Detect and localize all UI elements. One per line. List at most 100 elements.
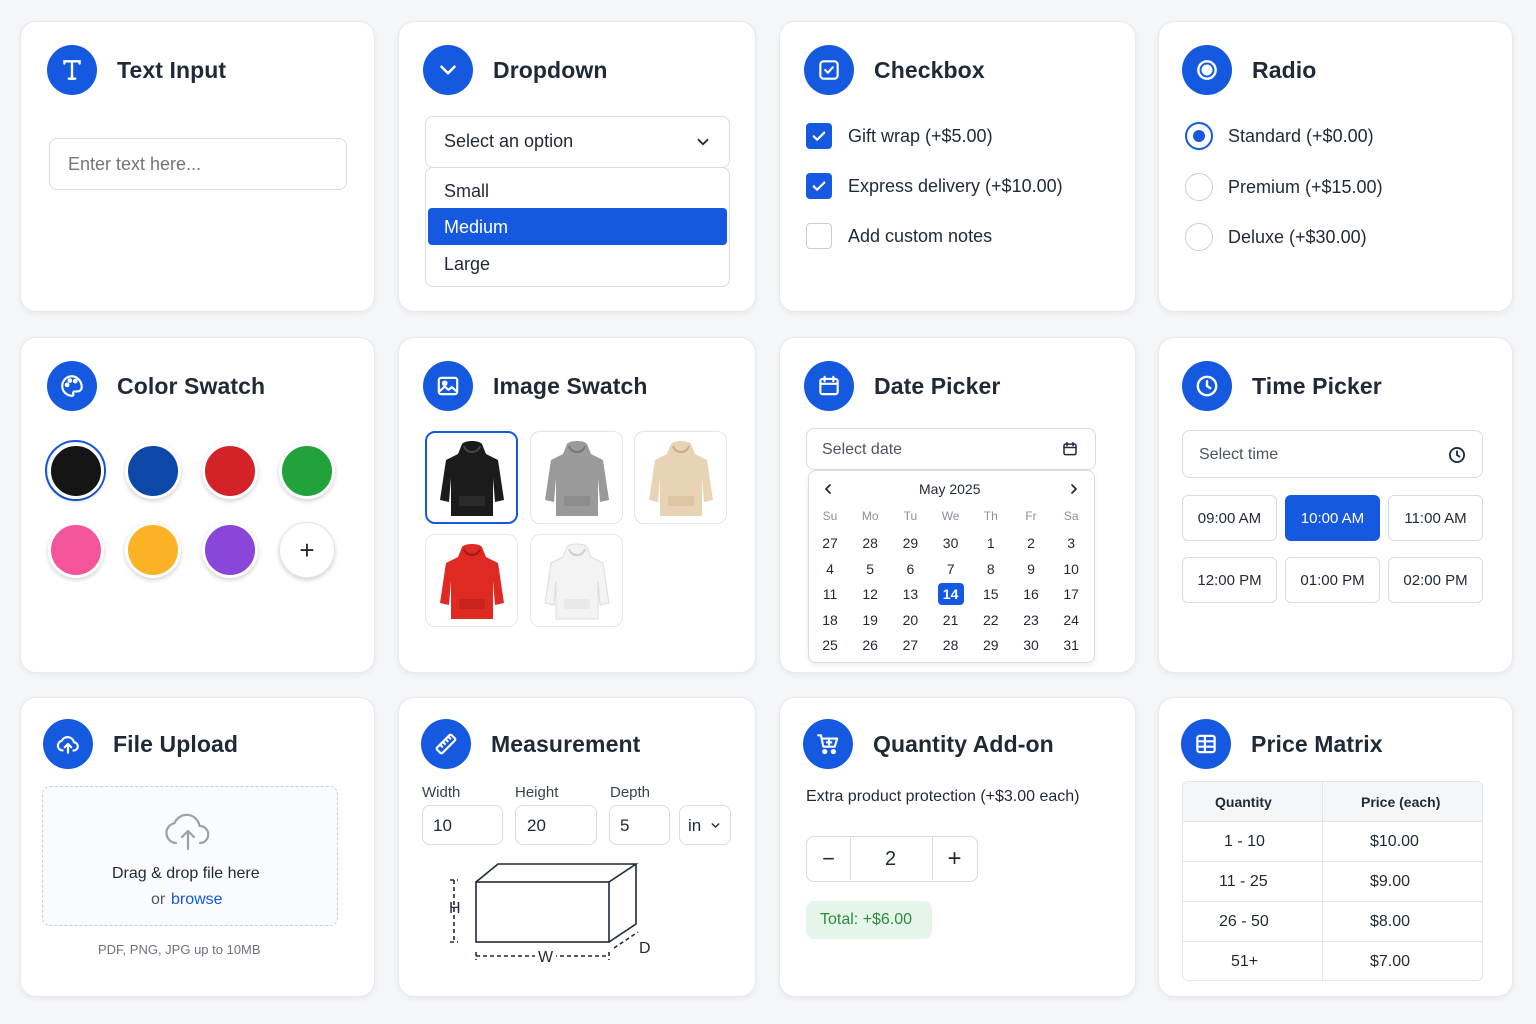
calendar-day[interactable]: 6 bbox=[890, 558, 930, 580]
checkbox-custom-notes[interactable] bbox=[806, 223, 832, 249]
decrement-button[interactable]: − bbox=[807, 837, 851, 880]
time-slot-0100[interactable]: 01:00 PM bbox=[1285, 557, 1380, 603]
quantity-addon-header: Quantity Add-on bbox=[803, 719, 1054, 769]
calendar-day[interactable]: 10 bbox=[1051, 558, 1091, 580]
checkbox-express-delivery[interactable] bbox=[806, 173, 832, 199]
calendar-day[interactable]: 27 bbox=[810, 532, 850, 554]
file-drop-zone[interactable]: Drag & drop file here or browse bbox=[42, 786, 338, 926]
date-input[interactable]: Select date bbox=[806, 428, 1096, 470]
calendar-day[interactable]: 29 bbox=[890, 532, 930, 554]
image-swatch-black-hoodie[interactable] bbox=[425, 431, 518, 524]
calendar-day[interactable]: 30 bbox=[931, 532, 971, 554]
radio-header: Radio bbox=[1182, 45, 1316, 95]
time-placeholder: Select time bbox=[1199, 446, 1279, 463]
calendar-day[interactable]: 20 bbox=[890, 609, 930, 631]
table-row: 51+ $7.00 bbox=[1183, 941, 1483, 981]
calendar-day[interactable]: 15 bbox=[971, 583, 1011, 605]
checkbox-label: Gift wrap (+$5.00) bbox=[848, 126, 993, 146]
radio-deluxe[interactable] bbox=[1185, 223, 1213, 251]
calendar-day[interactable]: 25 bbox=[810, 634, 850, 656]
height-label: Height bbox=[515, 784, 559, 801]
calendar-day[interactable]: 1 bbox=[971, 532, 1011, 554]
calendar-day[interactable]: 7 bbox=[931, 558, 971, 580]
color-swatch-blue[interactable] bbox=[125, 443, 181, 499]
calendar-day[interactable]: 24 bbox=[1051, 609, 1091, 631]
quantity-value[interactable]: 2 bbox=[885, 848, 896, 871]
calendar-day[interactable]: 31 bbox=[1051, 634, 1091, 656]
color-swatch-pink[interactable] bbox=[48, 522, 104, 578]
calendar-day[interactable]: 26 bbox=[850, 634, 890, 656]
calendar-day[interactable]: 12 bbox=[850, 583, 890, 605]
time-slot-0200[interactable]: 02:00 PM bbox=[1388, 557, 1483, 603]
time-slot-0900[interactable]: 09:00 AM bbox=[1182, 495, 1277, 541]
card-title: Dropdown bbox=[493, 56, 608, 83]
checkbox-gift-wrap[interactable] bbox=[806, 123, 832, 149]
dropdown-option-small[interactable]: Small bbox=[426, 174, 728, 208]
calendar-day[interactable]: 29 bbox=[971, 634, 1011, 656]
image-swatch-gray-hoodie[interactable] bbox=[530, 431, 623, 524]
depth-input[interactable]: 5 bbox=[609, 805, 670, 845]
weekday-label: Th bbox=[983, 509, 998, 523]
calendar-day[interactable]: 4 bbox=[810, 558, 850, 580]
hoodie-image bbox=[544, 440, 609, 516]
calendar-day[interactable]: 28 bbox=[931, 634, 971, 656]
chevron-right-icon[interactable] bbox=[1066, 481, 1082, 497]
image-swatch-beige-hoodie[interactable] bbox=[634, 431, 727, 524]
calendar-day[interactable]: 8 bbox=[971, 558, 1011, 580]
calendar-day[interactable]: 2 bbox=[1011, 532, 1051, 554]
chevron-left-icon[interactable] bbox=[820, 481, 836, 497]
color-swatch-black[interactable] bbox=[48, 443, 104, 499]
calendar-day[interactable]: 5 bbox=[850, 558, 890, 580]
width-input[interactable]: 10 bbox=[422, 805, 503, 845]
calendar-day[interactable]: 9 bbox=[1011, 558, 1051, 580]
time-slot-1200[interactable]: 12:00 PM bbox=[1182, 557, 1277, 603]
browse-link[interactable]: browse bbox=[171, 891, 223, 909]
time-slot-1100[interactable]: 11:00 AM bbox=[1388, 495, 1483, 541]
add-color-button[interactable]: + bbox=[279, 522, 335, 578]
calendar-day[interactable]: 11 bbox=[810, 583, 850, 605]
calendar-day[interactable]: 30 bbox=[1011, 634, 1051, 656]
time-picker-header: Time Picker bbox=[1182, 361, 1382, 411]
image-swatch-white-hoodie[interactable] bbox=[530, 534, 623, 627]
image-swatch-red-hoodie[interactable] bbox=[425, 534, 518, 627]
cloud-upload-icon bbox=[165, 813, 210, 851]
height-input[interactable]: 20 bbox=[515, 805, 597, 845]
calendar-day-selected[interactable]: 14 bbox=[937, 583, 964, 605]
calendar-day[interactable]: 22 bbox=[971, 609, 1011, 631]
calendar-day[interactable]: 23 bbox=[1011, 609, 1051, 631]
color-swatch-red[interactable] bbox=[202, 443, 258, 499]
weekday-label: Tu bbox=[903, 509, 918, 523]
dropdown-option-medium[interactable]: Medium bbox=[428, 208, 727, 245]
increment-button[interactable]: + bbox=[932, 837, 976, 880]
dropdown-option-large[interactable]: Large bbox=[426, 248, 728, 282]
dropdown-select[interactable]: Select an option bbox=[425, 116, 730, 168]
weekday-label: Sa bbox=[1063, 509, 1079, 523]
table-icon bbox=[1181, 719, 1231, 769]
image-icon bbox=[423, 361, 473, 411]
card-title: Measurement bbox=[491, 730, 641, 757]
unit-select[interactable]: in bbox=[679, 805, 731, 845]
hoodie-image bbox=[439, 440, 504, 516]
calendar-day[interactable]: 18 bbox=[810, 609, 850, 631]
calendar-day[interactable]: 3 bbox=[1051, 532, 1091, 554]
calendar-day[interactable]: 17 bbox=[1051, 583, 1091, 605]
radio-premium[interactable] bbox=[1185, 173, 1213, 201]
time-slot-1000[interactable]: 10:00 AM bbox=[1285, 495, 1380, 541]
calendar-day[interactable]: 13 bbox=[890, 583, 930, 605]
color-swatch-purple[interactable] bbox=[202, 522, 258, 578]
color-swatch-green[interactable] bbox=[279, 443, 335, 499]
time-input[interactable]: Select time bbox=[1182, 430, 1483, 478]
weekday-label: Su bbox=[822, 509, 838, 523]
calendar-day[interactable]: 16 bbox=[1011, 583, 1051, 605]
calendar-day[interactable]: 28 bbox=[850, 532, 890, 554]
width-label: Width bbox=[422, 784, 461, 801]
calendar-day[interactable]: 21 bbox=[931, 609, 971, 631]
calendar-day[interactable]: 19 bbox=[850, 609, 890, 631]
color-swatch-yellow[interactable] bbox=[125, 522, 181, 578]
calendar-month-label: May 2025 bbox=[919, 481, 981, 497]
minus-icon: − bbox=[822, 845, 835, 871]
radio-standard[interactable] bbox=[1185, 122, 1213, 150]
text-input-field[interactable] bbox=[49, 138, 347, 190]
calendar-day[interactable]: 27 bbox=[890, 634, 930, 656]
image-swatch-header: Image Swatch bbox=[423, 361, 648, 411]
